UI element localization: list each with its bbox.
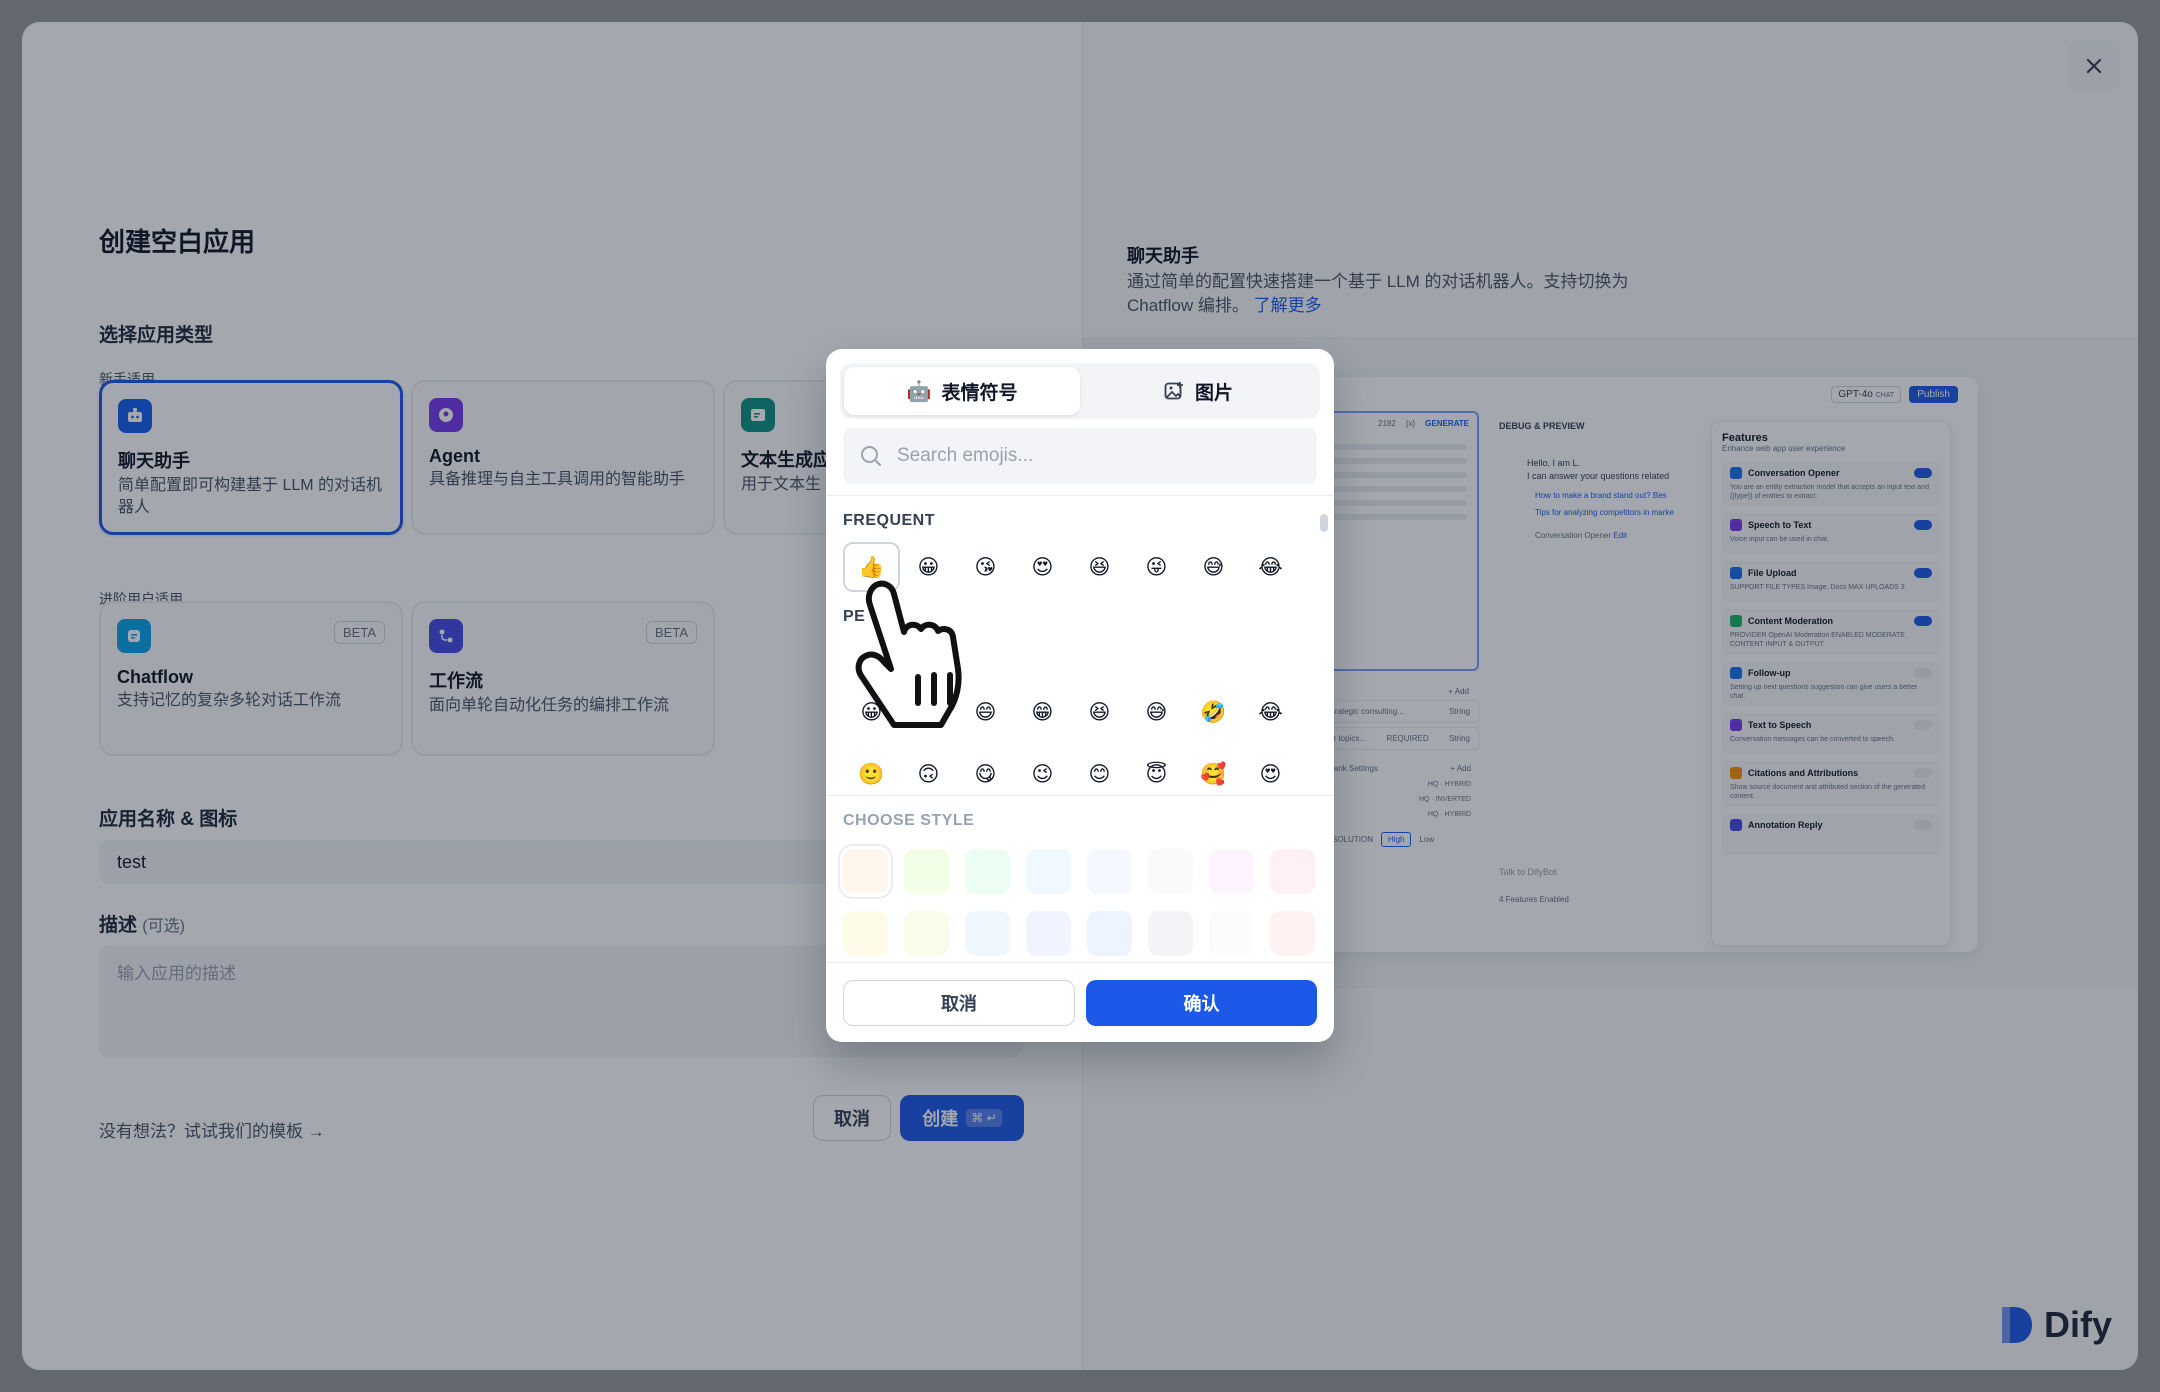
- style-swatch[interactable]: [904, 849, 949, 894]
- choose-style-label: CHOOSE STYLE: [843, 812, 975, 829]
- emoji-search-input[interactable]: [897, 445, 1277, 467]
- style-swatch[interactable]: [1026, 911, 1071, 956]
- style-swatch[interactable]: [1148, 849, 1193, 894]
- style-swatch[interactable]: [965, 911, 1010, 956]
- emoji-option[interactable]: 😂: [1242, 542, 1299, 592]
- emoji-option[interactable]: 😁: [1014, 687, 1071, 737]
- tab-image[interactable]: 图片: [1080, 367, 1316, 415]
- style-swatch[interactable]: [1026, 849, 1071, 894]
- emoji-option[interactable]: 🙂: [843, 749, 900, 786]
- emoji-row-people-2: 🙂 🙃 😋 😉 😊 😇 🥰 😍: [843, 749, 1299, 787]
- style-swatch[interactable]: [843, 911, 888, 956]
- emoji-option[interactable]: 🤣: [1185, 687, 1242, 737]
- style-swatches-row-1: [838, 844, 1315, 899]
- emoji-option[interactable]: 😍: [1242, 749, 1299, 786]
- image-plus-icon: [1164, 382, 1183, 400]
- robot-icon: 🤖: [906, 379, 932, 403]
- tab-emoji[interactable]: 🤖 表情符号: [844, 367, 1080, 415]
- emoji-option[interactable]: 😊: [1071, 749, 1128, 786]
- picker-cancel-button[interactable]: 取消: [843, 980, 1075, 1026]
- style-swatch[interactable]: [1209, 849, 1254, 894]
- style-swatch[interactable]: [1148, 911, 1193, 956]
- style-swatch[interactable]: [1270, 911, 1315, 956]
- emoji-option[interactable]: 😆: [1071, 542, 1128, 592]
- picker-confirm-button[interactable]: 确认: [1086, 980, 1317, 1026]
- style-swatch[interactable]: [904, 911, 949, 956]
- picker-tabs: 🤖 表情符号 图片: [840, 363, 1320, 419]
- search-icon: [861, 446, 881, 466]
- emoji-option[interactable]: 😂: [1242, 687, 1299, 737]
- emoji-option[interactable]: 😅: [1185, 542, 1242, 592]
- emoji-search[interactable]: [843, 428, 1317, 484]
- style-swatch[interactable]: [1087, 911, 1132, 956]
- style-swatch[interactable]: [965, 849, 1010, 894]
- style-swatch[interactable]: [1087, 849, 1132, 894]
- style-swatch[interactable]: [1270, 849, 1315, 894]
- emoji-option[interactable]: 😉: [1014, 749, 1071, 786]
- divider: [826, 962, 1334, 963]
- emoji-option[interactable]: 😋: [957, 749, 1014, 786]
- style-swatch[interactable]: [838, 844, 893, 899]
- emoji-list-scrollbar[interactable]: [1320, 514, 1328, 532]
- emoji-option[interactable]: 😆: [1071, 687, 1128, 737]
- emoji-option[interactable]: 😇: [1128, 749, 1185, 786]
- emoji-option[interactable]: 😍: [1014, 542, 1071, 592]
- style-swatch[interactable]: [1209, 911, 1254, 956]
- emoji-option[interactable]: 🥰: [1185, 749, 1242, 786]
- emoji-option[interactable]: 🙃: [900, 749, 957, 786]
- style-swatches-row-2: [843, 911, 1315, 956]
- hand-cursor-icon: [855, 580, 962, 728]
- divider: [826, 795, 1334, 796]
- group-frequent-label: FREQUENT: [843, 512, 935, 529]
- emoji-option[interactable]: 😅: [1128, 687, 1185, 737]
- emoji-option[interactable]: 😜: [1128, 542, 1185, 592]
